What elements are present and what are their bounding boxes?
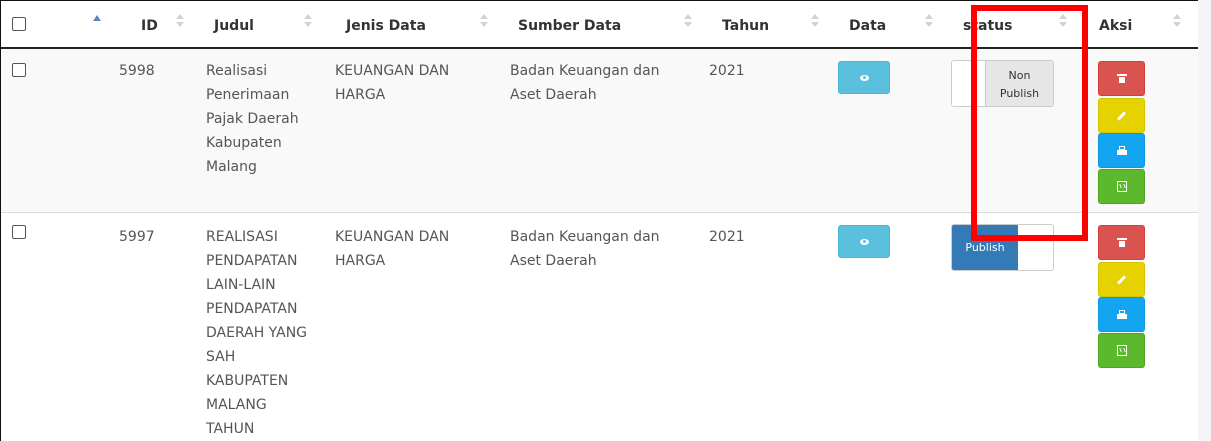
column-header-data[interactable]: Data (849, 18, 886, 34)
judul-line: LAIN-LAIN (206, 277, 276, 293)
status-off-label: Non Publish (985, 61, 1053, 106)
judul-line: PENDAPATAN (206, 301, 298, 317)
column-header-aksi: Aksi (1099, 18, 1133, 34)
table-row: 5998 Realisasi Penerimaan Pajak Daerah K… (1, 49, 1198, 213)
page-gutter (1198, 0, 1211, 441)
export-excel-button[interactable] (1098, 333, 1145, 368)
delete-button[interactable] (1098, 61, 1145, 96)
judul-line: REALISASI (206, 229, 278, 245)
status-toggle[interactable]: Non Publish (951, 60, 1054, 107)
row-checkbox[interactable] (12, 225, 26, 239)
judul-line: SAH (206, 349, 236, 365)
cell-sumber-data: Badan Keuangan dan Aset Daerah (510, 59, 660, 107)
column-header-jenis-data[interactable]: Jenis Data (346, 18, 426, 34)
print-icon (1116, 310, 1127, 319)
judul-line: TAHUN (206, 421, 255, 437)
eye-icon (859, 74, 869, 81)
view-data-button[interactable] (838, 225, 890, 258)
jenis-line: HARGA (335, 87, 386, 103)
excel-icon (1116, 181, 1127, 192)
excel-icon (1116, 345, 1127, 356)
judul-line: Kabupaten (206, 135, 282, 151)
sumber-line: Aset Daerah (510, 87, 597, 103)
view-data-button[interactable] (838, 61, 890, 94)
judul-line: KABUPATEN (206, 373, 289, 389)
jenis-line: KEUANGAN DAN (335, 229, 450, 245)
judul-line: Pajak Daerah (206, 111, 299, 127)
sort-icon[interactable] (176, 14, 184, 30)
column-header-id[interactable]: ID (141, 18, 158, 34)
pencil-icon (1116, 274, 1127, 285)
status-line: Non (1008, 68, 1031, 82)
pencil-icon (1116, 110, 1127, 121)
sort-icon[interactable] (811, 14, 819, 30)
status-on-label: Publish (952, 225, 1018, 270)
trash-icon (1116, 238, 1127, 247)
cell-tahun: 2021 (709, 63, 745, 79)
status-toggle[interactable]: Publish (951, 224, 1054, 271)
cell-judul: Realisasi Penerimaan Pajak Daerah Kabupa… (206, 59, 316, 179)
sumber-line: Badan Keuangan dan (510, 229, 660, 245)
judul-line: Penerimaan (206, 87, 290, 103)
trash-icon (1116, 74, 1127, 83)
column-header-judul[interactable]: Judul (214, 18, 254, 34)
cell-id: 5997 (119, 229, 155, 245)
column-header-status[interactable]: status (963, 18, 1012, 34)
judul-line: MALANG (206, 397, 267, 413)
sort-asc-icon[interactable] (93, 11, 101, 23)
cell-id: 5998 (119, 63, 155, 79)
judul-line: Realisasi (206, 63, 268, 79)
sort-icon (1173, 14, 1181, 30)
sumber-line: Aset Daerah (510, 253, 597, 269)
sort-icon[interactable] (925, 14, 933, 30)
edit-button[interactable] (1098, 98, 1145, 133)
print-icon (1116, 146, 1127, 155)
cell-judul: REALISASI PENDAPATAN LAIN-LAIN PENDAPATA… (206, 225, 326, 441)
print-button[interactable] (1098, 133, 1145, 168)
data-table: ID Judul Jenis Data Sumber Data Tahun Da… (0, 0, 1198, 441)
column-header-sumber-data[interactable]: Sumber Data (518, 18, 621, 34)
sort-icon[interactable] (1059, 14, 1067, 30)
table-row: 5997 REALISASI PENDAPATAN LAIN-LAIN PEND… (1, 213, 1198, 441)
judul-line: DAERAH YANG (206, 325, 308, 341)
select-all-checkbox[interactable] (12, 17, 26, 31)
row-checkbox[interactable] (12, 63, 26, 77)
export-excel-button[interactable] (1098, 169, 1145, 204)
cell-jenis-data: KEUANGAN DAN HARGA (335, 59, 449, 107)
sumber-line: Badan Keuangan dan (510, 63, 660, 79)
judul-line: Malang (206, 159, 257, 175)
edit-button[interactable] (1098, 262, 1145, 297)
sort-icon[interactable] (684, 14, 692, 30)
jenis-line: KEUANGAN DAN (335, 63, 450, 79)
eye-icon (859, 238, 869, 245)
judul-line: PENDAPATAN (206, 253, 298, 269)
cell-jenis-data: KEUANGAN DAN HARGA (335, 225, 449, 273)
jenis-line: HARGA (335, 253, 386, 269)
sort-icon[interactable] (304, 14, 312, 30)
sort-icon[interactable] (480, 14, 488, 30)
print-button[interactable] (1098, 297, 1145, 332)
table-header: ID Judul Jenis Data Sumber Data Tahun Da… (1, 1, 1198, 49)
status-line: Publish (999, 86, 1040, 100)
cell-tahun: 2021 (709, 229, 745, 245)
delete-button[interactable] (1098, 225, 1145, 260)
column-header-tahun[interactable]: Tahun (722, 18, 769, 34)
cell-sumber-data: Badan Keuangan dan Aset Daerah (510, 225, 660, 273)
